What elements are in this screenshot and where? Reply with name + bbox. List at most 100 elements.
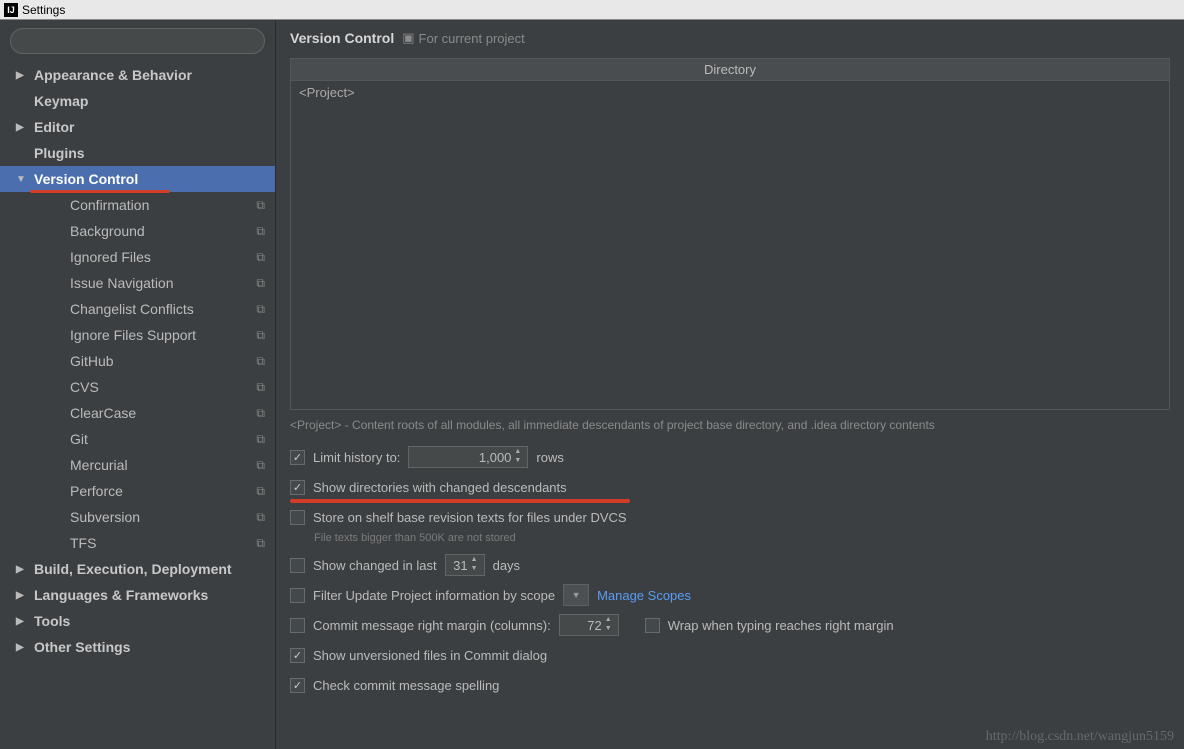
sidebar-item-git[interactable]: ▶Git⧉ bbox=[0, 426, 275, 452]
project-scope-icon: ⧉ bbox=[256, 328, 265, 343]
sidebar-item-label: Plugins bbox=[34, 145, 85, 161]
sidebar-item-label: Background bbox=[70, 223, 145, 239]
project-scope-icon: ⧉ bbox=[256, 250, 265, 265]
sidebar-item-changelist-conflicts[interactable]: ▶Changelist Conflicts⧉ bbox=[0, 296, 275, 322]
sidebar-item-clearcase[interactable]: ▶ClearCase⧉ bbox=[0, 400, 275, 426]
sidebar-item-appearance-behavior[interactable]: ▶ Appearance & Behavior bbox=[0, 62, 275, 88]
show-changed-checkbox[interactable] bbox=[290, 558, 305, 573]
store-shelf-label: Store on shelf base revision texts for f… bbox=[313, 510, 627, 525]
wrap-margin-checkbox[interactable] bbox=[645, 618, 660, 633]
sidebar-item-label: Ignored Files bbox=[70, 249, 151, 265]
sidebar-item-github[interactable]: ▶GitHub⧉ bbox=[0, 348, 275, 374]
sidebar-item-perforce[interactable]: ▶Perforce⧉ bbox=[0, 478, 275, 504]
sidebar-item-editor[interactable]: ▶Editor bbox=[0, 114, 275, 140]
window-title: Settings bbox=[22, 3, 65, 17]
limit-history-checkbox[interactable] bbox=[290, 450, 305, 465]
sidebar-item-label: Build, Execution, Deployment bbox=[34, 561, 232, 577]
show-unversioned-label: Show unversioned files in Commit dialog bbox=[313, 648, 547, 663]
project-scope-icon: ⧉ bbox=[256, 484, 265, 499]
project-scope-icon: ⧉ bbox=[256, 432, 265, 447]
project-scope-icon: ⧉ bbox=[256, 302, 265, 317]
filter-scope-label: Filter Update Project information by sco… bbox=[313, 588, 555, 603]
project-scope-icon: ⧉ bbox=[256, 510, 265, 525]
sidebar-item-subversion[interactable]: ▶Subversion⧉ bbox=[0, 504, 275, 530]
page-subtitle: For current project bbox=[419, 31, 525, 46]
sidebar-item-plugins[interactable]: ▶Plugins bbox=[0, 140, 275, 166]
sidebar-item-label: Changelist Conflicts bbox=[70, 301, 194, 317]
check-spelling-label: Check commit message spelling bbox=[313, 678, 499, 693]
limit-history-suffix: rows bbox=[536, 450, 563, 465]
sidebar-item-tfs[interactable]: ▶TFS⧉ bbox=[0, 530, 275, 556]
commit-margin-checkbox[interactable] bbox=[290, 618, 305, 633]
sidebar-item-label: Issue Navigation bbox=[70, 275, 174, 291]
sidebar-item-keymap[interactable]: ▶Keymap bbox=[0, 88, 275, 114]
page-title: Version Control bbox=[290, 30, 394, 46]
sidebar-item-label: GitHub bbox=[70, 353, 114, 369]
manage-scopes-link[interactable]: Manage Scopes bbox=[597, 588, 691, 603]
sidebar-item-confirmation[interactable]: ▶Confirmation⧉ bbox=[0, 192, 275, 218]
sidebar-item-label: Mercurial bbox=[70, 457, 128, 473]
sidebar-item-label: Appearance & Behavior bbox=[34, 67, 192, 83]
sidebar-item-cvs[interactable]: ▶CVS⧉ bbox=[0, 374, 275, 400]
sidebar-item-issue-navigation[interactable]: ▶Issue Navigation⧉ bbox=[0, 270, 275, 296]
sidebar-item-label: CVS bbox=[70, 379, 99, 395]
sidebar-item-languages-frameworks[interactable]: ▶ Languages & Frameworks bbox=[0, 582, 275, 608]
sidebar-item-label: ClearCase bbox=[70, 405, 136, 421]
project-scope-icon: ⧉ bbox=[256, 380, 265, 395]
sidebar-item-ignored-files[interactable]: ▶Ignored Files⧉ bbox=[0, 244, 275, 270]
show-changed-suffix: days bbox=[493, 558, 520, 573]
sidebar-item-tools[interactable]: ▶ Tools bbox=[0, 608, 275, 634]
sidebar-item-label: Languages & Frameworks bbox=[34, 587, 208, 603]
project-scope-icon: ⧉ bbox=[256, 458, 265, 473]
check-spelling-checkbox[interactable] bbox=[290, 678, 305, 693]
limit-history-label: Limit history to: bbox=[313, 450, 400, 465]
project-scope-icon: ⧉ bbox=[256, 224, 265, 239]
sidebar-item-label: Keymap bbox=[34, 93, 88, 109]
sidebar-item-build-execution-deployment[interactable]: ▶Build, Execution, Deployment bbox=[0, 556, 275, 582]
sidebar-item-label: TFS bbox=[70, 535, 96, 551]
sidebar: ⌕ ▶Appearance & Behavior▶Keymap▶Editor▶P… bbox=[0, 20, 276, 749]
sidebar-item-label: Tools bbox=[34, 613, 70, 629]
sidebar-item-label: Confirmation bbox=[70, 197, 149, 213]
chevron-right-icon: ▶ bbox=[16, 70, 28, 81]
sidebar-item-other-settings[interactable]: ▶ Other Settings bbox=[0, 634, 275, 660]
project-icon: ▣ bbox=[402, 30, 414, 46]
commit-margin-label: Commit message right margin (columns): bbox=[313, 618, 551, 633]
search-input[interactable] bbox=[10, 28, 265, 54]
spinner-icon[interactable]: ▲▼ bbox=[605, 615, 617, 633]
scope-dropdown[interactable]: ▼ bbox=[563, 584, 589, 606]
app-icon: IJ bbox=[4, 3, 18, 17]
sidebar-item-label: Editor bbox=[34, 119, 74, 135]
sidebar-item-label: Perforce bbox=[70, 483, 123, 499]
chevron-right-icon: ▶ bbox=[16, 590, 28, 601]
store-shelf-hint: File texts bigger than 500K are not stor… bbox=[314, 532, 1170, 544]
wrap-margin-label: Wrap when typing reaches right margin bbox=[668, 618, 894, 633]
directory-table[interactable]: Directory <Project> bbox=[290, 58, 1170, 410]
filter-scope-checkbox[interactable] bbox=[290, 588, 305, 603]
store-shelf-checkbox[interactable] bbox=[290, 510, 305, 525]
chevron-right-icon: ▶ bbox=[16, 616, 28, 627]
chevron-right-icon: ▶ bbox=[16, 642, 28, 653]
project-scope-icon: ⧉ bbox=[256, 198, 265, 213]
table-row[interactable]: <Project> bbox=[299, 85, 1161, 100]
show-unversioned-checkbox[interactable] bbox=[290, 648, 305, 663]
show-changed-prefix: Show changed in last bbox=[313, 558, 437, 573]
limit-history-input[interactable] bbox=[408, 446, 528, 468]
show-directories-checkbox[interactable] bbox=[290, 480, 305, 495]
sidebar-item-label: Other Settings bbox=[34, 639, 130, 655]
sidebar-item-background[interactable]: ▶Background⧉ bbox=[0, 218, 275, 244]
sidebar-item-mercurial[interactable]: ▶Mercurial⧉ bbox=[0, 452, 275, 478]
project-scope-icon: ⧉ bbox=[256, 406, 265, 421]
sidebar-item-label: Subversion bbox=[70, 509, 140, 525]
spinner-icon[interactable]: ▲▼ bbox=[514, 447, 526, 465]
project-description: <Project> - Content roots of all modules… bbox=[290, 418, 1170, 432]
project-scope-icon: ⧉ bbox=[256, 536, 265, 551]
content-panel: Version Control ▣ For current project Di… bbox=[276, 20, 1184, 749]
spinner-icon[interactable]: ▲▼ bbox=[471, 555, 483, 573]
settings-tree: ▶Appearance & Behavior▶Keymap▶Editor▶Plu… bbox=[0, 62, 275, 660]
sidebar-item-label: Git bbox=[70, 431, 88, 447]
sidebar-item-ignore-files-support[interactable]: ▶Ignore Files Support⧉ bbox=[0, 322, 275, 348]
titlebar: IJ Settings bbox=[0, 0, 1184, 20]
sidebar-item-version-control[interactable]: ▼Version Control bbox=[0, 166, 275, 192]
watermark: http://blog.csdn.net/wangjun5159 bbox=[986, 729, 1174, 745]
